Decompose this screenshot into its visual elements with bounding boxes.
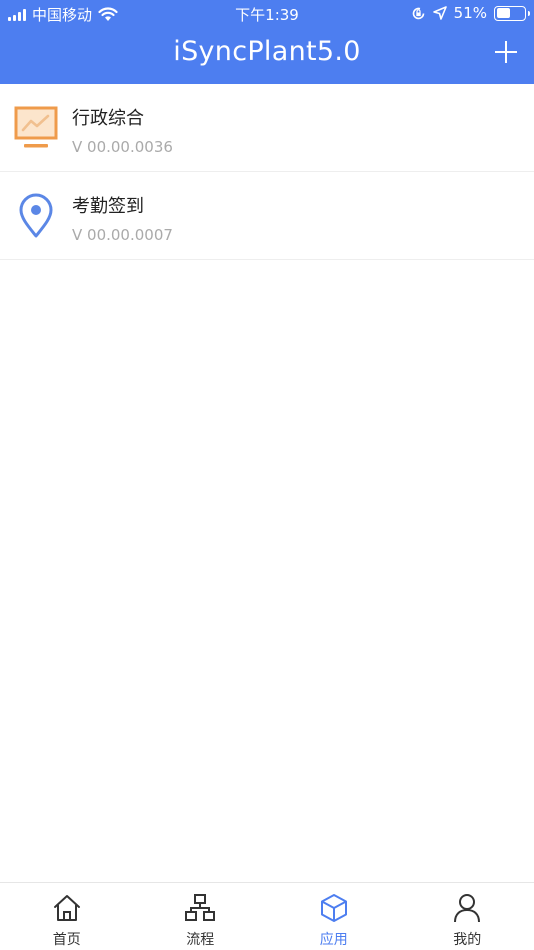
- user-icon: [454, 894, 481, 923]
- tab-label: 流程: [186, 932, 215, 948]
- status-bar: 中国移动 下午1:39 51%: [0, 0, 534, 28]
- location-pin-icon: [19, 193, 53, 238]
- tab-label: 应用: [319, 932, 348, 948]
- tab-bar: 首页 流程 应用 我的: [0, 882, 534, 950]
- app-list: 行政综合 V 00.00.0036 考勤签到 V 00.00.0007: [0, 84, 534, 260]
- status-right: 51%: [411, 4, 530, 22]
- app-version: V 00.00.0007: [72, 226, 173, 244]
- flow-icon: [185, 894, 216, 921]
- app-name: 考勤签到: [72, 196, 144, 217]
- tab-apps[interactable]: 应用: [267, 883, 401, 950]
- app-item-admin[interactable]: 行政综合 V 00.00.0036: [0, 84, 534, 172]
- battery-percent: 51%: [453, 4, 487, 22]
- monitor-chart-icon: [14, 106, 58, 148]
- tab-label: 我的: [453, 932, 482, 948]
- location-icon: [432, 6, 447, 20]
- tab-mine[interactable]: 我的: [401, 883, 534, 950]
- orientation-lock-icon: [412, 7, 424, 19]
- tab-flow[interactable]: 流程: [134, 883, 268, 950]
- cube-icon: [320, 894, 347, 922]
- battery-fill: [496, 8, 511, 18]
- app-version: V 00.00.0036: [72, 138, 173, 156]
- tab-label: 首页: [52, 932, 81, 948]
- app-item-attendance[interactable]: 考勤签到 V 00.00.0007: [0, 172, 534, 260]
- tab-home[interactable]: 首页: [0, 883, 134, 950]
- app-name: 行政综合: [72, 108, 144, 129]
- plus-icon[interactable]: [494, 40, 518, 64]
- page-title: iSyncPlant5.0: [173, 36, 361, 67]
- home-icon: [53, 895, 80, 921]
- battery-icon: [494, 5, 530, 21]
- app-header: 中国移动 下午1:39 51% iSyncPlant5.0: [0, 0, 534, 84]
